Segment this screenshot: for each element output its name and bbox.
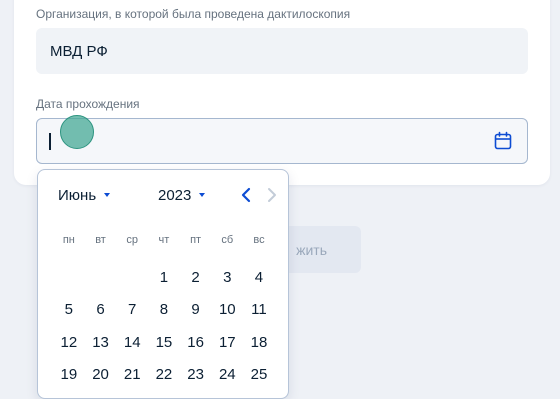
continue-button-label: жить bbox=[296, 241, 327, 258]
datepicker-header: Июнь 2023 bbox=[38, 182, 288, 208]
day-cell[interactable]: 10 bbox=[211, 301, 243, 318]
datepicker-popup: Июнь 2023 пн вт ср чт пт сб вс 1 2 3 4 5… bbox=[37, 169, 289, 399]
day-cell[interactable]: 12 bbox=[53, 334, 85, 351]
day-empty bbox=[53, 269, 85, 286]
weekday-label: пт bbox=[190, 234, 202, 246]
day-cell[interactable]: 2 bbox=[180, 269, 212, 286]
day-cell[interactable]: 4 bbox=[243, 269, 275, 286]
weekday-label: чт bbox=[158, 234, 170, 246]
day-cell[interactable]: 13 bbox=[85, 334, 117, 351]
day-cell[interactable]: 23 bbox=[180, 366, 212, 383]
calendar-week: 1 2 3 4 bbox=[53, 269, 275, 286]
day-cell[interactable]: 3 bbox=[211, 269, 243, 286]
weekday-label: сб bbox=[221, 234, 234, 246]
day-cell[interactable]: 11 bbox=[243, 301, 275, 318]
day-empty bbox=[116, 269, 148, 286]
day-cell[interactable]: 5 bbox=[53, 301, 85, 318]
calendar-week: 5 6 7 8 9 10 11 bbox=[53, 301, 275, 318]
calendar-week: 12 13 14 15 16 17 18 bbox=[53, 334, 275, 351]
date-label: Дата прохождения bbox=[36, 97, 140, 111]
org-label: Организация, в которой была проведена да… bbox=[36, 7, 351, 21]
calendar-icon[interactable] bbox=[493, 131, 513, 151]
triangle-down-icon bbox=[104, 193, 111, 197]
chevron-left-icon[interactable] bbox=[238, 184, 254, 206]
day-cell[interactable]: 18 bbox=[243, 334, 275, 351]
day-cell[interactable]: 14 bbox=[116, 334, 148, 351]
weekday-row: пн вт ср чт пт сб вс bbox=[53, 234, 275, 246]
day-cell[interactable]: 16 bbox=[180, 334, 212, 351]
pointer-marker bbox=[60, 115, 94, 149]
year-select[interactable]: 2023 bbox=[158, 182, 206, 208]
day-cell[interactable]: 1 bbox=[148, 269, 180, 286]
day-cell[interactable]: 17 bbox=[211, 334, 243, 351]
org-value: МВД РФ bbox=[50, 42, 108, 60]
weekday-label: вс bbox=[253, 234, 265, 246]
day-cell[interactable]: 20 bbox=[85, 366, 117, 383]
year-label: 2023 bbox=[158, 186, 192, 204]
date-input[interactable] bbox=[36, 118, 528, 164]
org-field: МВД РФ bbox=[36, 28, 528, 74]
chevron-right-icon[interactable] bbox=[264, 184, 280, 206]
day-cell[interactable]: 15 bbox=[148, 334, 180, 351]
day-cell[interactable]: 25 bbox=[243, 366, 275, 383]
day-cell[interactable]: 9 bbox=[180, 301, 212, 318]
text-caret bbox=[49, 132, 51, 150]
month-label: Июнь bbox=[58, 186, 97, 204]
calendar-week: 19 20 21 22 23 24 25 bbox=[53, 366, 275, 383]
day-empty bbox=[85, 269, 117, 286]
day-cell[interactable]: 8 bbox=[148, 301, 180, 318]
weekday-label: вт bbox=[95, 234, 106, 246]
day-cell[interactable]: 6 bbox=[85, 301, 117, 318]
day-cell[interactable]: 22 bbox=[148, 366, 180, 383]
day-cell[interactable]: 21 bbox=[116, 366, 148, 383]
triangle-down-icon bbox=[199, 193, 206, 197]
month-select[interactable]: Июнь bbox=[58, 182, 111, 208]
weekday-label: ср bbox=[126, 234, 139, 246]
day-cell[interactable]: 7 bbox=[116, 301, 148, 318]
day-cell[interactable]: 19 bbox=[53, 366, 85, 383]
weekday-label: пн bbox=[62, 234, 75, 246]
day-cell[interactable]: 24 bbox=[211, 366, 243, 383]
continue-button[interactable]: жить bbox=[282, 226, 361, 273]
